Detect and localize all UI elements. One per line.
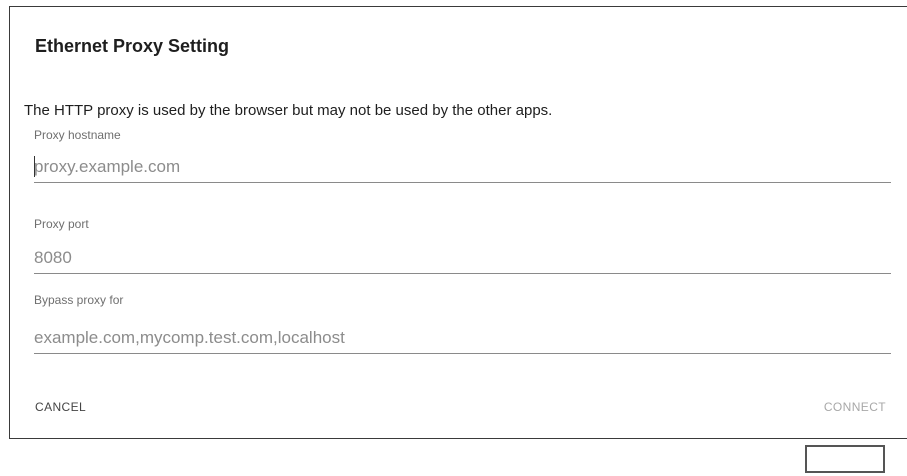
text-cursor: [34, 156, 35, 177]
proxy-port-label: Proxy port: [34, 217, 89, 231]
bypass-proxy-label: Bypass proxy for: [34, 293, 124, 307]
proxy-settings-dialog: Ethernet Proxy Setting The HTTP proxy is…: [9, 6, 907, 439]
bypass-proxy-input[interactable]: [34, 323, 891, 354]
connect-button[interactable]: CONNECT: [824, 400, 886, 414]
proxy-hostname-label: Proxy hostname: [34, 128, 121, 142]
highlight-box: [805, 445, 885, 473]
proxy-port-input[interactable]: [34, 243, 891, 274]
dialog-message: The HTTP proxy is used by the browser bu…: [24, 102, 553, 119]
proxy-hostname-input[interactable]: [34, 152, 891, 183]
dialog-title: Ethernet Proxy Setting: [35, 36, 230, 56]
cancel-button[interactable]: CANCEL: [35, 400, 86, 414]
